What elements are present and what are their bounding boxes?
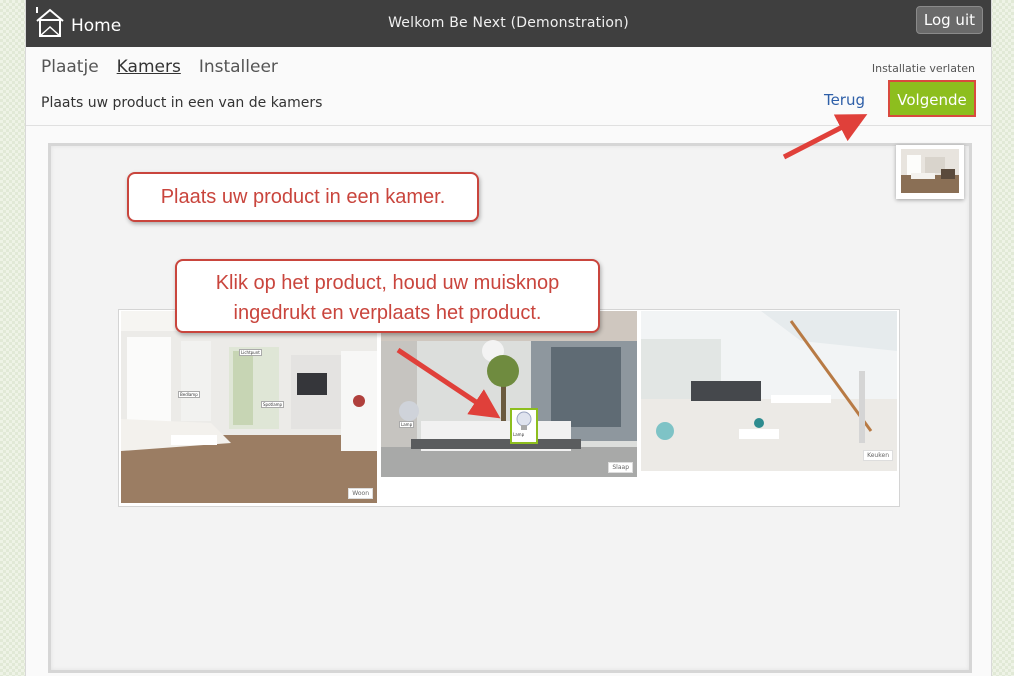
room-label: Slaap xyxy=(608,462,633,473)
callout-line: Klik op het product, houd uw muisknop xyxy=(215,272,560,294)
step-installeer[interactable]: Installeer xyxy=(199,57,278,77)
room-card-slaap[interactable]: Lamp Lamp Slaap xyxy=(381,311,637,477)
room-tag: Lichtpunt xyxy=(239,349,262,356)
step-kamers[interactable]: Kamers xyxy=(117,57,181,77)
room-label: Woon xyxy=(348,488,373,499)
room-card-keuken[interactable]: Keuken xyxy=(641,311,897,471)
tip-callout-drag: Klik op het product, houd uw muisknop in… xyxy=(175,259,600,333)
step-plaatje[interactable]: Plaatje xyxy=(41,57,99,77)
leave-installation-link[interactable]: Installatie verlaten xyxy=(872,62,975,75)
thumbnail-image xyxy=(901,149,959,193)
room-gallery: Lichtpunt Bedlamp Spotlamp Woon Lamp Lam… xyxy=(118,309,900,507)
top-bar: Home Welkom Be Next (Demonstration) Log … xyxy=(26,0,991,47)
room-tag: Spotlamp xyxy=(261,401,285,408)
room-tag: Bedlamp xyxy=(178,391,200,398)
welcome-text: Welkom Be Next (Demonstration) xyxy=(388,15,629,31)
wizard-header: Plaatje Kamers Installeer Plaats uw prod… xyxy=(26,47,991,126)
wizard-steps: Plaatje Kamers Installeer xyxy=(41,57,278,77)
back-link[interactable]: Terug xyxy=(824,91,865,109)
logout-button[interactable]: Log uit xyxy=(915,6,983,34)
room-tag: Lamp xyxy=(399,421,415,428)
product-thumbnail[interactable] xyxy=(896,145,964,199)
tip-callout-place: Plaats uw product in een kamer. xyxy=(127,172,479,222)
next-button[interactable]: Volgende xyxy=(888,80,976,117)
app-window: Home Welkom Be Next (Demonstration) Log … xyxy=(25,0,992,676)
bedroom-image xyxy=(381,311,637,477)
room-label: Keuken xyxy=(863,450,893,461)
callout-line: ingedrukt en verplaats het product. xyxy=(233,302,542,324)
room-card-woon[interactable]: Lichtpunt Bedlamp Spotlamp Woon xyxy=(121,311,377,503)
living-room-image xyxy=(121,311,377,503)
kitchen-image xyxy=(641,311,897,471)
instruction-text: Plaats uw product in een van de kamers xyxy=(41,95,323,111)
